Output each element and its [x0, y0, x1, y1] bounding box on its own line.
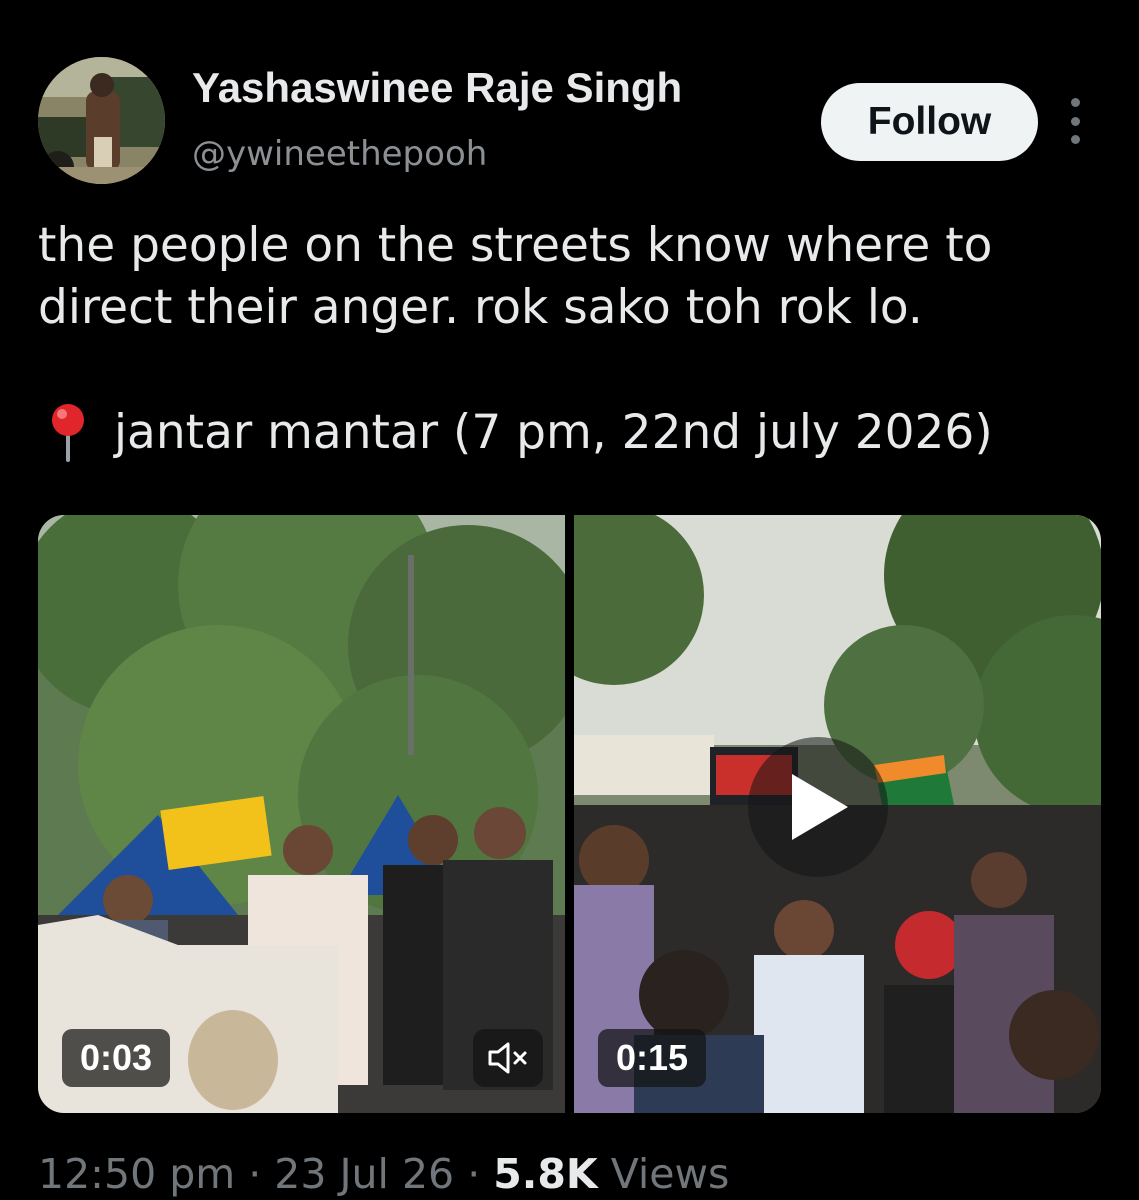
media-grid: 0:03 0:15	[38, 515, 1101, 1113]
views-count[interactable]: 5.8K	[493, 1150, 597, 1198]
video-duration: 0:03	[62, 1029, 171, 1087]
tweet: Yashaswinee Raje Singh @ywineethepooh Fo…	[0, 0, 1139, 1200]
tweet-time[interactable]: 12:50 pm	[38, 1150, 235, 1198]
meta-separator: ·	[454, 1150, 494, 1198]
views-label[interactable]: Views	[598, 1150, 730, 1198]
meta-separator: ·	[235, 1150, 275, 1198]
location-text: jantar mantar (7 pm, 22nd july 2026)	[114, 405, 993, 460]
follow-button[interactable]: Follow	[821, 83, 1038, 161]
location-line: jantar mantar (7 pm, 22nd july 2026)	[48, 402, 993, 464]
author-name[interactable]: Yashaswinee Raje Singh	[192, 64, 682, 112]
more-dot	[1070, 98, 1080, 107]
more-options-icon[interactable]	[1060, 96, 1090, 146]
tweet-text-line: direct their anger. rok sako toh rok lo.	[38, 280, 923, 335]
speaker-muted-icon[interactable]	[473, 1029, 543, 1087]
play-icon[interactable]	[748, 737, 888, 877]
video-2[interactable]: 0:15	[574, 515, 1101, 1113]
avatar[interactable]	[38, 57, 165, 184]
more-dot	[1070, 135, 1080, 144]
tweet-text: the people on the streets know where to …	[38, 215, 1098, 339]
video-duration: 0:15	[598, 1029, 707, 1087]
more-dot	[1070, 116, 1080, 126]
tweet-date[interactable]: 23 Jul 26	[274, 1150, 454, 1198]
tweet-text-line: the people on the streets know where to	[38, 218, 993, 273]
round-pushpin-icon	[48, 402, 88, 464]
author-handle[interactable]: @ywineethepooh	[192, 134, 487, 174]
tweet-meta: 12:50 pm · 23 Jul 26 · 5.8K Views	[38, 1150, 729, 1198]
video-1[interactable]: 0:03	[38, 515, 565, 1113]
